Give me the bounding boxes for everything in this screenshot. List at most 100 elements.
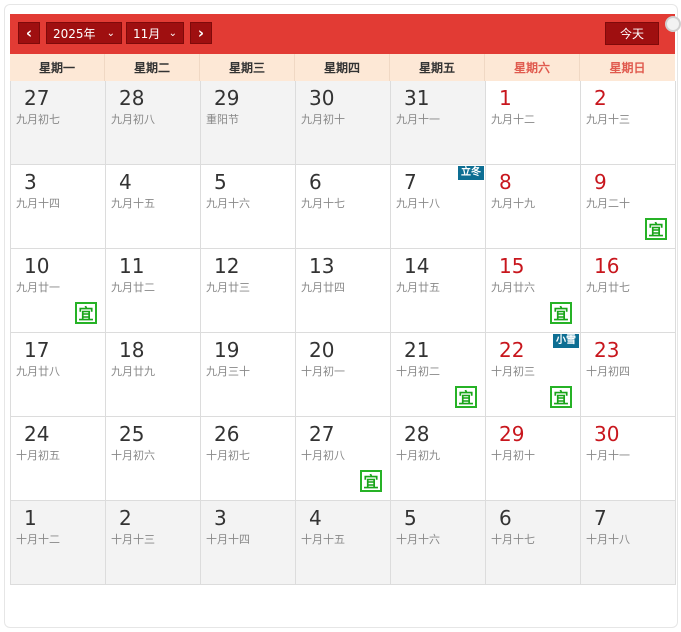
calendar-day-cell[interactable]: 5 九月十六 (201, 165, 296, 249)
lunar-date: 十月初七 (206, 449, 250, 462)
weekday-label: 星期六 (485, 54, 580, 81)
calendar-day-cell[interactable]: 23 十月初四 (581, 333, 676, 417)
calendar-header: ‹ 2025年 ⌄ 11月 ⌄ › 今天 (10, 14, 681, 54)
calendar-day-cell[interactable]: 29 重阳节 (201, 81, 296, 165)
auspicious-badge[interactable]: 宜 (550, 386, 572, 408)
lunar-date: 十月十八 (586, 533, 630, 546)
calendar-day-cell[interactable]: 15 九月廿六宜 (486, 249, 581, 333)
day-number: 29 (499, 422, 525, 446)
auspicious-badge[interactable]: 宜 (455, 386, 477, 408)
weekday-label: 星期一 (10, 54, 105, 81)
month-select[interactable]: 11月 ⌄ (126, 22, 184, 44)
calendar-day-cell[interactable]: 28 十月初九 (391, 417, 486, 501)
calendar-day-cell[interactable]: 7 十月十八 (581, 501, 676, 585)
year-select[interactable]: 2025年 ⌄ (46, 22, 122, 44)
calendar-day-cell[interactable]: 1 十月十二 (11, 501, 106, 585)
calendar-day-cell[interactable]: 19 九月三十 (201, 333, 296, 417)
calendar-day-cell[interactable]: 30 十月十一 (581, 417, 676, 501)
prev-month-button[interactable]: ‹ (18, 22, 40, 44)
lunar-date: 九月十三 (586, 113, 630, 126)
calendar-day-cell[interactable]: 1 九月十二 (486, 81, 581, 165)
day-number: 26 (214, 422, 240, 446)
lunar-date: 十月初五 (16, 449, 60, 462)
day-number: 27 (24, 86, 50, 110)
calendar-day-cell[interactable]: 6 九月十七 (296, 165, 391, 249)
auspicious-badge[interactable]: 宜 (360, 470, 382, 492)
calendar-day-cell[interactable]: 14 九月廿五 (391, 249, 486, 333)
calendar-day-cell[interactable]: 13 九月廿四 (296, 249, 391, 333)
day-number: 4 (119, 170, 132, 194)
calendar-day-cell[interactable]: 12 九月廿三 (201, 249, 296, 333)
lunar-date: 九月十八 (396, 197, 440, 210)
calendar-day-cell[interactable]: 27 十月初八宜 (296, 417, 391, 501)
calendar-day-cell[interactable]: 29 十月初十 (486, 417, 581, 501)
calendar-day-cell[interactable]: 18 九月廿九 (106, 333, 201, 417)
calendar-day-cell[interactable]: 4 九月十五 (106, 165, 201, 249)
calendar-day-cell[interactable]: 28 九月初八 (106, 81, 201, 165)
calendar-day-cell[interactable]: 6 十月十七 (486, 501, 581, 585)
lunar-date: 九月廿九 (111, 365, 155, 378)
auspicious-badge[interactable]: 宜 (75, 302, 97, 324)
weekday-label: 星期日 (609, 61, 646, 75)
day-number: 6 (499, 506, 512, 530)
day-number: 20 (309, 338, 335, 362)
calendar-day-cell[interactable]: 5 十月十六 (391, 501, 486, 585)
calendar-day-cell[interactable]: 2 九月十三 (581, 81, 676, 165)
lunar-date: 九月十二 (491, 113, 535, 126)
lunar-date: 十月初四 (586, 365, 630, 378)
calendar-day-cell[interactable]: 17 九月廿八 (11, 333, 106, 417)
day-number: 3 (24, 170, 37, 194)
calendar-day-cell[interactable]: 8 九月十九 (486, 165, 581, 249)
calendar-day-cell[interactable]: 16 九月廿七 (581, 249, 676, 333)
settings-knob-icon[interactable] (665, 16, 681, 32)
calendar-day-cell[interactable]: 31 九月十一 (391, 81, 486, 165)
lunar-date: 九月廿一 (16, 281, 60, 294)
day-number: 18 (119, 338, 145, 362)
weekday-label: 星期二 (105, 54, 200, 81)
lunar-date: 十月初六 (111, 449, 155, 462)
lunar-date: 九月廿三 (206, 281, 250, 294)
month-select-value: 11月 (133, 26, 161, 41)
lunar-date: 十月初一 (301, 365, 345, 378)
day-number: 15 (499, 254, 525, 278)
calendar-day-cell[interactable]: 3 九月十四 (11, 165, 106, 249)
calendar-day-cell[interactable]: 20 十月初一 (296, 333, 391, 417)
calendar-day-cell[interactable]: 24 十月初五 (11, 417, 106, 501)
day-number: 2 (119, 506, 132, 530)
day-number: 30 (594, 422, 620, 446)
calendar-day-cell[interactable]: 11 九月廿二 (106, 249, 201, 333)
day-number: 28 (119, 86, 145, 110)
day-number: 28 (404, 422, 430, 446)
lunar-date: 十月十一 (586, 449, 630, 462)
day-number: 2 (594, 86, 607, 110)
calendar-day-cell[interactable]: 10 九月廿一宜 (11, 249, 106, 333)
lunar-date: 十月十七 (491, 533, 535, 546)
calendar-grid: 27 九月初七 28 九月初八 29 重阳节 30 九月初十 31 九月十一 1 九月十二 2 九月十三 3… (10, 81, 676, 585)
weekday-label: 星期五 (390, 54, 485, 81)
next-month-button[interactable]: › (190, 22, 212, 44)
calendar-day-cell[interactable]: 22 十月初三 小雪宜 (486, 333, 581, 417)
lunar-date: 九月十七 (301, 197, 345, 210)
calendar-day-cell[interactable]: 9 九月二十宜 (581, 165, 676, 249)
lunar-date: 十月初三 (491, 365, 535, 378)
calendar-day-cell[interactable]: 30 九月初十 (296, 81, 391, 165)
chevron-right-icon: › (197, 24, 205, 42)
calendar-day-cell[interactable]: 2 十月十三 (106, 501, 201, 585)
auspicious-badge[interactable]: 宜 (550, 302, 572, 324)
calendar-day-cell[interactable]: 4 十月十五 (296, 501, 391, 585)
day-number: 22 (499, 338, 525, 362)
day-number: 5 (404, 506, 417, 530)
calendar-day-cell[interactable]: 26 十月初七 (201, 417, 296, 501)
today-button[interactable]: 今天 (605, 22, 659, 45)
calendar-day-cell[interactable]: 27 九月初七 (11, 81, 106, 165)
chevron-left-icon: ‹ (25, 24, 33, 42)
auspicious-badge[interactable]: 宜 (645, 218, 667, 240)
calendar-day-cell[interactable]: 21 十月初二宜 (391, 333, 486, 417)
calendar-day-cell[interactable]: 7 九月十八 立冬 (391, 165, 486, 249)
lunar-date: 九月二十 (586, 197, 630, 210)
year-select-value: 2025年 (53, 26, 96, 41)
calendar-day-cell[interactable]: 25 十月初六 (106, 417, 201, 501)
day-number: 30 (309, 86, 335, 110)
calendar-day-cell[interactable]: 3 十月十四 (201, 501, 296, 585)
lunar-date: 九月廿二 (111, 281, 155, 294)
